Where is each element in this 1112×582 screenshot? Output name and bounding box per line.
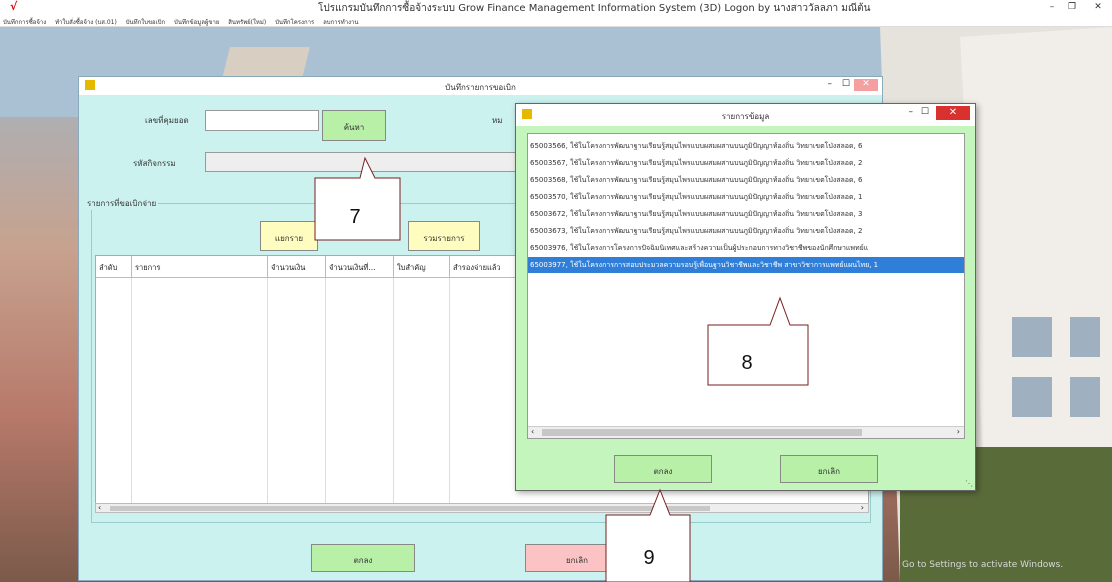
callout-arrows bbox=[314, 156, 809, 582]
callout-9: 9 bbox=[643, 547, 655, 569]
activation-watermark: Go to Settings to activate Windows. bbox=[902, 560, 1064, 570]
callout-7: 7 bbox=[349, 206, 361, 228]
callout-8: 8 bbox=[741, 352, 753, 374]
